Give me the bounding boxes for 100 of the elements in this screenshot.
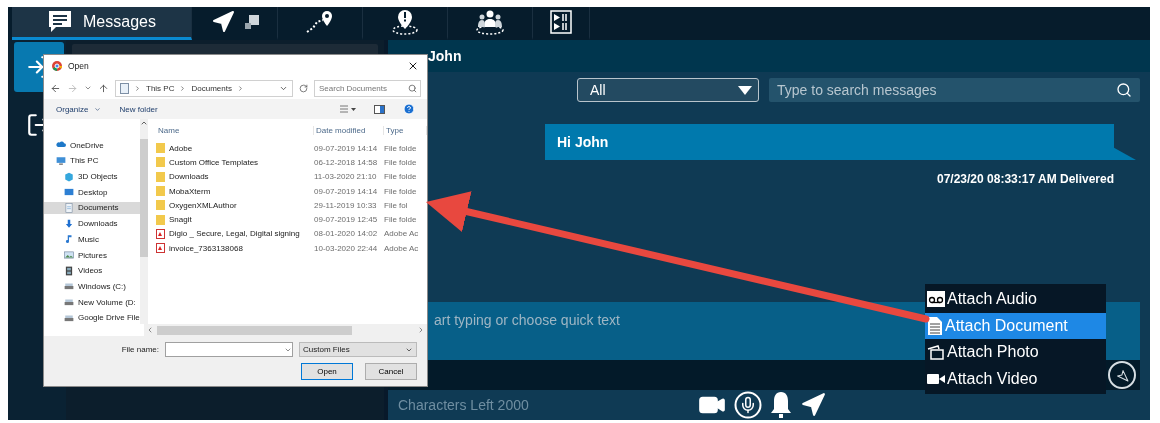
- chevron-icon: [179, 84, 187, 92]
- folder-icon: [156, 143, 165, 154]
- toolbar-button[interactable]: Organize: [56, 104, 102, 114]
- file-type: Adobe Ac: [384, 243, 420, 253]
- nav-pane-item[interactable]: Google Drive File: [44, 311, 140, 324]
- nav-tab[interactable]: Messages: [12, 7, 192, 40]
- file-name[interactable]: Snagit: [156, 214, 314, 225]
- file-name[interactable]: OxygenXMLAuthor: [156, 200, 314, 211]
- recent-dropdown-icon[interactable]: [84, 84, 92, 92]
- scroll-left-icon: [146, 326, 154, 334]
- folder-icon: [156, 157, 165, 168]
- document-icon: [64, 202, 74, 213]
- conversation-title: John: [428, 48, 462, 64]
- chevron-icon: [236, 84, 244, 92]
- file-type: File fol: [384, 200, 409, 210]
- nav-pane-item[interactable]: New Volume (D:: [44, 295, 140, 309]
- close-icon[interactable]: [407, 60, 419, 72]
- nav-pane-item[interactable]: Windows (C:): [44, 280, 140, 293]
- download-icon: [64, 218, 74, 229]
- microphone-icon[interactable]: [734, 391, 762, 419]
- message-bubble: Hi John: [545, 124, 1136, 160]
- video-camera-icon: [927, 372, 945, 385]
- back-icon[interactable]: [50, 82, 61, 94]
- menu-item[interactable]: Attach Document: [925, 312, 1106, 339]
- folder-icon: [156, 214, 165, 225]
- document-icon: [120, 82, 129, 94]
- file-name[interactable]: Custom Office Templates: [156, 157, 314, 168]
- toolbar-button[interactable]: New folder: [119, 104, 158, 114]
- nav-pane-item[interactable]: Pictures: [44, 248, 140, 262]
- file-date: 08-01-2020 14:02: [314, 229, 379, 239]
- desktop-icon: [64, 187, 74, 198]
- file-date: 06-12-2018 14:58: [314, 157, 379, 167]
- folder-icon: [156, 186, 165, 197]
- path-segment[interactable]: This PC: [146, 83, 175, 93]
- file-date: 09-07-2019 14:14: [314, 143, 379, 153]
- characters-left: Characters Left 2000: [398, 397, 530, 413]
- scroll-up-icon: [139, 119, 148, 127]
- file-type: Adobe Ac: [384, 229, 420, 239]
- file-date: 10-03-2020 22:44: [314, 243, 379, 253]
- cancel-button[interactable]: Cancel: [365, 363, 417, 380]
- nav-pane-item[interactable]: 3D Objects: [44, 170, 140, 183]
- group-icon: [475, 9, 505, 35]
- voicemail-icon: [927, 291, 945, 308]
- file-type: File folde: [384, 143, 418, 153]
- column-header[interactable]: Name: [156, 125, 314, 135]
- nav-pane-item[interactable]: Music: [44, 233, 140, 246]
- file-name-field[interactable]: [165, 342, 293, 357]
- location-arrow-icon[interactable]: [800, 392, 826, 418]
- nav-pane-item[interactable]: Documents: [44, 201, 140, 215]
- scrollbar-thumb[interactable]: [157, 325, 352, 335]
- up-icon[interactable]: [98, 82, 109, 94]
- nav-pane-item[interactable]: Videos: [44, 264, 140, 277]
- message-icon: [47, 10, 74, 34]
- file-name[interactable]: Digio _ Secure, Legal, Digital signing: [156, 228, 314, 239]
- view-options-icon[interactable]: [340, 105, 356, 113]
- address-bar[interactable]: This PC Documents: [115, 79, 293, 97]
- preview-pane-icon[interactable]: [374, 104, 385, 114]
- document-icon: [927, 315, 943, 336]
- dialog-title: Open: [68, 61, 89, 71]
- nav-pane-item[interactable]: This PC: [44, 154, 140, 168]
- file-type: File folde: [384, 186, 418, 196]
- file-date: 09-07-2019 14:14: [314, 186, 379, 196]
- open-button[interactable]: Open: [301, 363, 353, 380]
- folder-icon: [156, 171, 165, 182]
- scroll-right-icon: [417, 326, 425, 334]
- pdf-file-icon: [156, 243, 165, 254]
- drive-icon: [64, 281, 74, 292]
- cube-icon: [64, 171, 74, 182]
- photos-icon: [927, 344, 945, 361]
- file-name[interactable]: MobaXterm: [156, 186, 314, 197]
- refresh-icon[interactable]: [299, 83, 308, 93]
- route-pin-icon: [305, 10, 335, 34]
- file-name[interactable]: Adobe: [156, 143, 314, 154]
- file-type: File folde: [384, 172, 418, 182]
- caret-icon: [94, 105, 102, 113]
- media-panel-icon: [550, 10, 572, 34]
- file-name-label: File name:: [121, 345, 159, 354]
- nav-pane-item[interactable]: Downloads: [44, 217, 140, 230]
- file-type-dropdown[interactable]: Custom Files: [299, 342, 417, 357]
- send-button[interactable]: [1108, 361, 1136, 389]
- filter-dropdown[interactable]: All: [577, 78, 759, 102]
- nav-pane-item[interactable]: Desktop: [44, 186, 140, 199]
- nav-pane-item[interactable]: OneDrive: [44, 139, 140, 152]
- file-name[interactable]: Downloads: [156, 171, 314, 182]
- column-header[interactable]: Date modified: [314, 125, 384, 135]
- music-icon: [64, 234, 74, 245]
- scrollbar-thumb[interactable]: [139, 139, 148, 257]
- file-type: File folde: [384, 215, 418, 225]
- message-status: 07/23/20 08:33:17 AM Delivered: [937, 172, 1114, 186]
- column-header[interactable]: Type: [384, 125, 427, 135]
- location-arrow-icon: [210, 10, 235, 34]
- file-date: 11-03-2020 21:10: [314, 172, 378, 182]
- search-documents-field[interactable]: Search Documents: [314, 79, 421, 97]
- search-icon: [408, 83, 417, 93]
- caret-icon: [738, 85, 752, 95]
- file-type: File folde: [384, 157, 418, 167]
- help-icon[interactable]: [403, 103, 415, 115]
- file-name[interactable]: invoice_7363138068: [156, 243, 314, 254]
- message-search-field[interactable]: Type to search messages: [769, 78, 1140, 102]
- path-segment[interactable]: Documents: [191, 83, 232, 93]
